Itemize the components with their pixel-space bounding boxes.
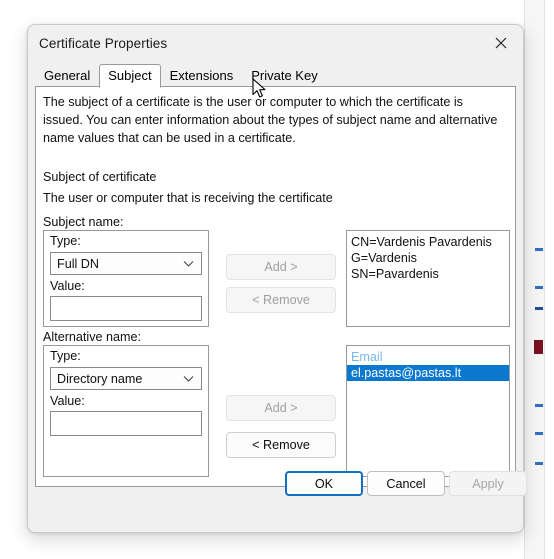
- ok-button[interactable]: OK: [285, 471, 363, 496]
- list-item-header: Email: [351, 350, 383, 364]
- alternative-name-group-label: Alternative name:: [43, 330, 142, 344]
- alternative-name-value-text: [51, 412, 201, 420]
- list-item[interactable]: SN=Pavardenis: [347, 266, 509, 282]
- section-subtitle: The user or computer that is receiving t…: [43, 191, 333, 205]
- alternative-name-add-button[interactable]: Add >: [226, 395, 336, 421]
- tab-general[interactable]: General: [35, 64, 99, 87]
- tab-private-key[interactable]: Private Key: [242, 64, 326, 87]
- list-item[interactable]: CN=Vardenis Pavardenis: [347, 234, 509, 250]
- background-marker-red: [534, 340, 543, 354]
- subject-name-value-input[interactable]: [50, 296, 202, 321]
- background-marker: [535, 248, 543, 251]
- certificate-properties-dialog: Certificate Properties General Subject E…: [27, 24, 527, 533]
- list-item[interactable]: G=Vardenis: [347, 250, 509, 266]
- background-window-strip: [524, 0, 545, 559]
- subject-name-group-label: Subject name:: [43, 215, 124, 229]
- screen: Certificate Properties General Subject E…: [0, 0, 554, 559]
- subject-name-value-label: Value:: [50, 279, 85, 293]
- alternative-name-value-input[interactable]: [50, 411, 202, 436]
- background-marker: [535, 462, 543, 465]
- subject-name-add-button[interactable]: Add >: [226, 254, 336, 280]
- tab-extensions[interactable]: Extensions: [161, 64, 243, 87]
- section-title: Subject of certificate: [43, 170, 157, 184]
- chevron-down-icon: [183, 260, 194, 268]
- alternative-name-type-label: Type:: [50, 349, 81, 363]
- alternative-name-type-select[interactable]: Directory name: [50, 367, 202, 390]
- list-item-selected[interactable]: el.pastas@pastas.lt: [347, 365, 509, 381]
- subject-name-remove-button[interactable]: < Remove: [226, 287, 336, 313]
- subject-name-type-label: Type:: [50, 234, 81, 248]
- alternative-name-value-label: Value:: [50, 394, 85, 408]
- background-marker: [535, 307, 543, 310]
- tab-strip: General Subject Extensions Private Key: [35, 63, 327, 88]
- background-marker: [535, 404, 543, 407]
- chevron-down-icon: [183, 375, 194, 383]
- subject-tab-panel: The subject of a certificate is the user…: [35, 86, 516, 487]
- alternative-name-remove-button[interactable]: < Remove: [226, 432, 336, 458]
- subject-name-type-select[interactable]: Full DN: [50, 252, 202, 275]
- background-marker: [535, 286, 543, 289]
- apply-button[interactable]: Apply: [449, 471, 527, 496]
- subject-name-list[interactable]: CN=Vardenis Pavardenis G=Vardenis SN=Pav…: [346, 230, 510, 327]
- title-bar: Certificate Properties: [28, 25, 523, 61]
- window-title: Certificate Properties: [39, 35, 168, 51]
- panel-description: The subject of a certificate is the user…: [43, 95, 498, 145]
- alternative-name-type-value: Directory name: [57, 371, 143, 386]
- subject-name-type-value: Full DN: [57, 256, 99, 271]
- subject-name-value-text: [51, 297, 201, 305]
- close-icon[interactable]: [479, 25, 523, 60]
- alternative-name-list[interactable]: Email el.pastas@pastas.lt: [346, 345, 510, 477]
- cancel-button[interactable]: Cancel: [367, 471, 445, 496]
- background-marker: [535, 432, 543, 435]
- tab-subject[interactable]: Subject: [99, 64, 161, 88]
